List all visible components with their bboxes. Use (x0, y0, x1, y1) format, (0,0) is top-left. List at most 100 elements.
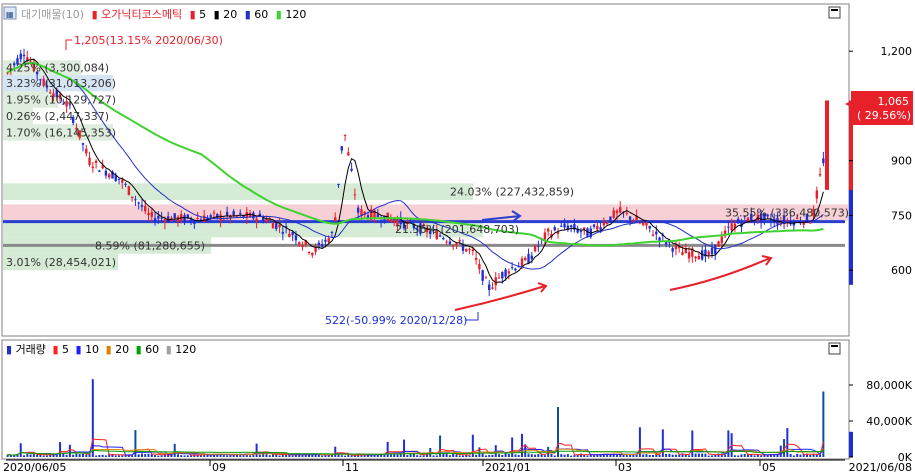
volume-bar (19, 443, 22, 457)
candle-body (134, 199, 137, 201)
supply-zone-label: 0.26% (2,447,337) (6, 110, 109, 123)
volume-bar (78, 454, 81, 457)
volume-bar (114, 455, 117, 457)
candle-body (474, 258, 478, 260)
volume-bar (688, 455, 691, 457)
volume-bar (573, 455, 576, 457)
candle-body (94, 160, 98, 164)
candle-body (645, 222, 648, 226)
volume-bar (265, 454, 268, 457)
volume-bar (691, 430, 694, 457)
candle-body (212, 212, 216, 214)
candle-body (625, 212, 629, 214)
candle-body (543, 232, 547, 240)
candle-body (160, 217, 163, 219)
volume-bar (163, 453, 166, 457)
volume-bar (13, 455, 16, 457)
price-tick-label: 750 (891, 209, 912, 222)
volume-bar (157, 455, 160, 457)
candle-body (609, 216, 612, 222)
candle-body (465, 248, 468, 252)
volume-bar (176, 454, 179, 457)
candle-body (651, 234, 655, 236)
volume-bar (819, 454, 822, 457)
supply-zone-label: 21.36% (201,648,703) (395, 223, 519, 236)
candle-body (533, 245, 537, 252)
volume-bar (350, 455, 353, 457)
volume-bar (501, 454, 504, 457)
candle-body (602, 221, 606, 226)
candle-body (448, 241, 452, 244)
candle-body (409, 219, 412, 221)
volume-bar (799, 454, 802, 457)
date-tick-label: 05 (762, 461, 776, 474)
candle-body (507, 271, 511, 274)
volume-bar (121, 455, 124, 457)
volume-bar (183, 455, 186, 457)
candle-body (484, 277, 488, 279)
candle-body (524, 257, 527, 261)
candle-body (150, 211, 153, 217)
candle-body (461, 245, 465, 251)
price-tick-label: 900 (891, 155, 912, 168)
candle-body (527, 254, 530, 264)
date-tick-label: 11 (345, 461, 359, 474)
candle-body (232, 211, 235, 216)
volume-panel-frame (1, 339, 850, 460)
candle-body (317, 242, 321, 245)
volume-bar (789, 454, 792, 457)
volume-bar (809, 455, 812, 457)
candle-body (455, 243, 458, 246)
volume-bar (278, 455, 281, 457)
candle-body (219, 214, 222, 221)
candle-body (710, 248, 714, 255)
ma-marker-5: ▮ (190, 8, 196, 21)
candle-body (183, 215, 186, 223)
volume-bar (32, 454, 35, 457)
volume-bar (98, 454, 101, 457)
volume-bar (550, 453, 553, 457)
candle-body (694, 256, 697, 259)
volume-bar (432, 455, 435, 457)
volume-bar (468, 455, 471, 457)
volume-bar (406, 455, 409, 457)
volume-bar (507, 453, 510, 457)
candle-body (275, 223, 278, 230)
volume-bar (59, 442, 62, 457)
candle-body (497, 277, 501, 279)
candle-body (337, 183, 340, 186)
candle-body (225, 211, 229, 216)
candle-body (163, 219, 167, 223)
candle-body (596, 225, 599, 230)
volume-bar (249, 455, 252, 457)
ma-label-5: 5 (199, 8, 206, 21)
candle-body (674, 245, 678, 250)
volume-bar (786, 428, 789, 457)
stock-chart: 4.25% (3,300,084) 3.23% (31,013,206) 1.95%… (1, 3, 913, 474)
volume-bar (399, 454, 402, 457)
volume-bar (661, 429, 664, 457)
volume-bar (475, 454, 478, 457)
candle-body (478, 263, 481, 270)
maximize-button-price[interactable] (828, 6, 841, 19)
candle-body (822, 158, 825, 164)
maximize-button-volume[interactable] (828, 342, 841, 355)
candle-body (130, 196, 134, 198)
vol-ma-label-120: 120 (175, 343, 196, 356)
candle-body (265, 219, 268, 223)
volume-bar (579, 453, 582, 457)
supply-zone-bar (3, 183, 473, 201)
supply-zone-label: 1.95% (10,129,727) (6, 94, 116, 107)
candle-body (510, 267, 514, 269)
candle-body (501, 272, 504, 279)
candle-body (202, 215, 206, 223)
volume-bar (674, 454, 677, 457)
volume-bar (363, 455, 366, 457)
volume-title: 거래량 (16, 343, 46, 356)
volume-bar (452, 453, 455, 457)
volume-bar (186, 455, 189, 457)
candle-body (599, 227, 602, 230)
date-start-label: 2020/06/05 (3, 461, 66, 474)
volume-bar (324, 455, 327, 457)
candle-body (350, 168, 353, 171)
